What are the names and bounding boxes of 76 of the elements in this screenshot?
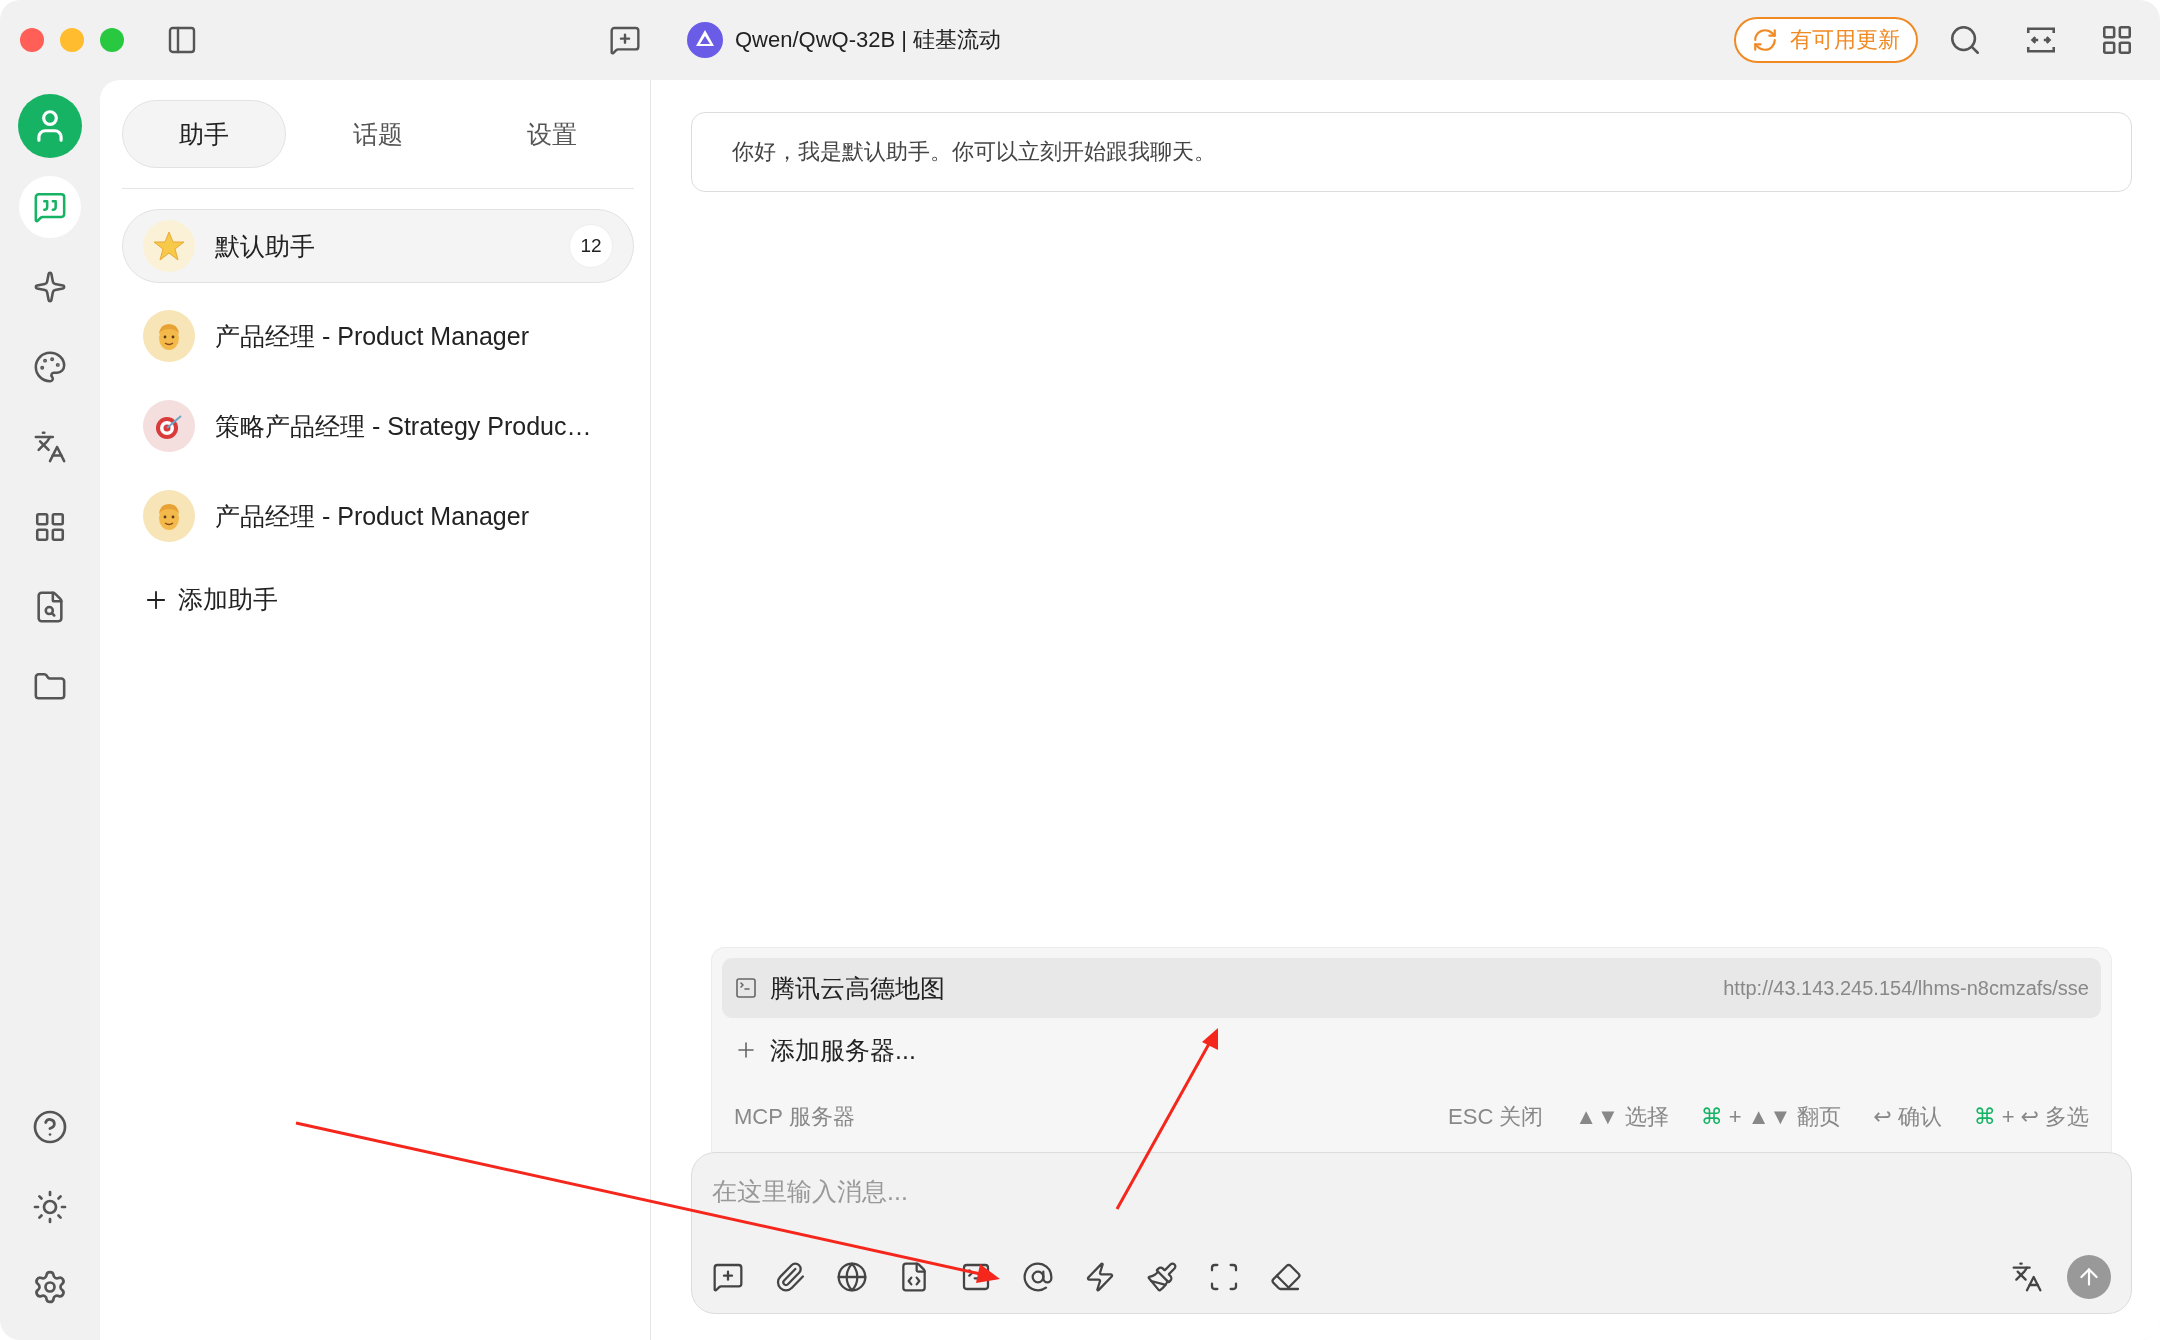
chat-plus-icon bbox=[609, 24, 641, 56]
shortcut-key: ⌘ bbox=[1973, 1104, 1996, 1130]
terminal-icon bbox=[734, 976, 758, 1000]
globe-icon bbox=[836, 1261, 868, 1293]
add-assistant-button[interactable]: 添加助手 bbox=[122, 569, 298, 630]
shortcut-key: ↩ bbox=[2020, 1104, 2039, 1130]
target-avatar-icon bbox=[143, 400, 195, 452]
tab[interactable]: 话题 bbox=[296, 100, 460, 168]
shortcut-label: 选择 bbox=[1624, 1103, 1669, 1131]
assistant-item[interactable]: 策略产品经理 - Strategy Produc… bbox=[122, 389, 634, 463]
eraser-icon bbox=[1270, 1261, 1302, 1293]
server-name: 腾讯云高德地图 bbox=[770, 972, 946, 1004]
chat-icon bbox=[33, 190, 67, 224]
assistant-name: 产品经理 - Product Manager bbox=[215, 500, 530, 532]
shortcut-key: + bbox=[2001, 1104, 2015, 1130]
refresh-icon bbox=[1752, 27, 1778, 53]
shortcut-label: 确认 bbox=[1897, 1103, 1942, 1131]
message-input[interactable]: 在这里输入消息... bbox=[712, 1171, 2111, 1211]
assistant-name: 默认助手 bbox=[215, 230, 316, 262]
star-avatar-icon bbox=[143, 220, 195, 272]
shortcut-key: ↩ bbox=[1873, 1104, 1892, 1130]
grid-icon bbox=[2100, 23, 2134, 57]
shortcut-key: ▲▼ bbox=[1575, 1104, 1619, 1130]
shortcut-key: ⌘ bbox=[1700, 1104, 1723, 1130]
shortcut-key: ESC bbox=[1448, 1104, 1494, 1130]
search-icon bbox=[1948, 23, 1982, 57]
fullscreen-button[interactable] bbox=[1208, 1261, 1240, 1293]
translate-icon bbox=[2011, 1261, 2043, 1293]
new-topic-button[interactable] bbox=[712, 1261, 744, 1293]
person-avatar-icon bbox=[143, 310, 195, 362]
model-name: Qwen/QwQ-32B | 硅基流动 bbox=[735, 26, 1002, 54]
model-logo-icon bbox=[687, 22, 723, 58]
translate-button[interactable] bbox=[2011, 1261, 2043, 1293]
assistant-item[interactable]: 产品经理 - Product Manager bbox=[122, 479, 634, 553]
shortcut-label: 关闭 bbox=[1499, 1103, 1544, 1131]
popup-title: MCP 服务器 bbox=[734, 1103, 856, 1131]
add-server-button[interactable]: 添加服务器... bbox=[722, 1018, 928, 1082]
terminal-icon bbox=[960, 1261, 992, 1293]
settings-icon bbox=[32, 1269, 68, 1305]
server-url: http://43.143.245.154/lhms-n8cmzafs/sse bbox=[1723, 976, 2089, 1000]
assistant-name: 产品经理 - Product Manager bbox=[215, 320, 530, 352]
lightning-icon bbox=[1084, 1261, 1116, 1293]
new-topic-icon bbox=[712, 1261, 744, 1293]
sparkle-icon bbox=[33, 270, 67, 304]
assistant-item[interactable]: 产品经理 - Product Manager bbox=[122, 299, 634, 373]
fullscreen-icon bbox=[1208, 1261, 1240, 1293]
server-item[interactable]: 腾讯云高德地图 http://43.143.245.154/lhms-n8cmzafs/sse bbox=[722, 958, 2101, 1018]
send-button[interactable] bbox=[2067, 1255, 2111, 1299]
globe-button[interactable] bbox=[836, 1261, 868, 1293]
shortcut-label: 翻页 bbox=[1797, 1103, 1842, 1131]
palette-icon bbox=[33, 350, 67, 384]
greeting-message: 你好，我是默认助手。你可以立刻开始跟我聊天。 bbox=[691, 112, 2132, 192]
eraser-button[interactable] bbox=[1270, 1261, 1302, 1293]
tab[interactable]: 助手 bbox=[122, 100, 286, 168]
grid-icon bbox=[33, 510, 67, 544]
shortcut-key: + bbox=[1728, 1104, 1742, 1130]
tab[interactable]: 设置 bbox=[470, 100, 634, 168]
assistant-item[interactable]: 默认助手 12 bbox=[122, 209, 634, 283]
help-icon bbox=[32, 1109, 68, 1145]
brush-button[interactable] bbox=[1146, 1261, 1178, 1293]
topic-count-badge: 12 bbox=[569, 224, 613, 268]
translate-icon bbox=[33, 430, 67, 464]
attachment-icon bbox=[774, 1261, 806, 1293]
shortcut-label: 多选 bbox=[2045, 1103, 2089, 1131]
assistant-name: 策略产品经理 - Strategy Produc… bbox=[215, 410, 593, 442]
shortcut-key: ▲▼ bbox=[1747, 1104, 1792, 1130]
terminal-button[interactable] bbox=[960, 1261, 992, 1293]
at-sign-button[interactable] bbox=[1022, 1261, 1054, 1293]
sun-icon bbox=[32, 1189, 68, 1225]
attachment-button[interactable] bbox=[774, 1261, 806, 1293]
brush-icon bbox=[1146, 1261, 1178, 1293]
close-window-button[interactable] bbox=[20, 28, 44, 52]
at-sign-icon bbox=[1022, 1261, 1054, 1293]
person-avatar-icon bbox=[143, 490, 195, 542]
sidebar-icon bbox=[166, 24, 198, 56]
lightning-button[interactable] bbox=[1084, 1261, 1116, 1293]
